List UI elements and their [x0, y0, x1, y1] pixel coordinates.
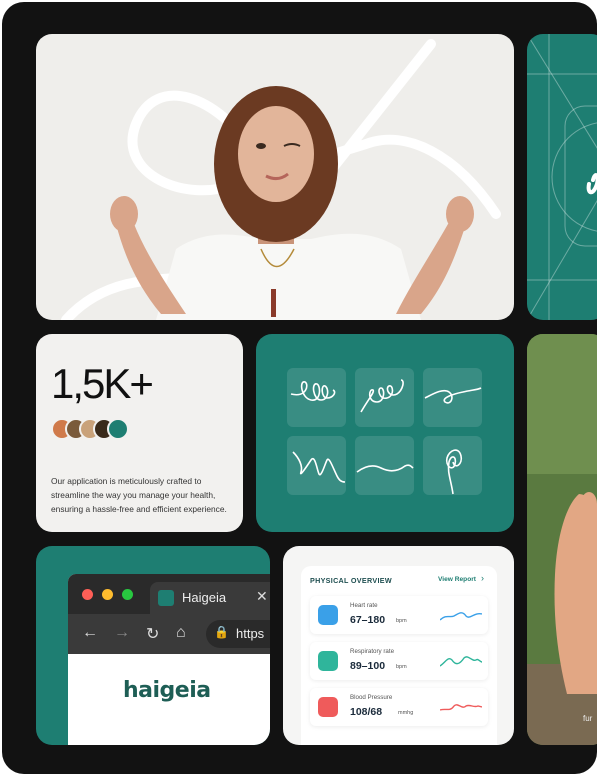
- pattern-tile: [355, 436, 414, 495]
- user-stats-card: 1,5K+ Our application is meticulously cr…: [36, 334, 243, 532]
- pattern-grid-card: [256, 334, 514, 532]
- avatar-group: [51, 418, 141, 440]
- maximize-window-icon[interactable]: [122, 589, 133, 600]
- overview-panel: PHYSICAL OVERVIEW View Report › Heart ra…: [301, 566, 497, 745]
- sparkline-chart: [440, 612, 482, 621]
- metric-label: Respiratory rate: [350, 648, 395, 655]
- pattern-tile: [423, 368, 482, 427]
- browser-tab[interactable]: Haigeia ✕: [150, 582, 270, 614]
- pattern-tile: [355, 368, 414, 427]
- lock-icon: 🔒: [214, 625, 229, 639]
- metric-value: 67–180: [350, 614, 386, 626]
- url-text: https: [236, 626, 265, 641]
- site-favicon-icon: [158, 590, 174, 606]
- tab-title: Haigeia: [182, 590, 227, 605]
- physical-overview-card: PHYSICAL OVERVIEW View Report › Heart ra…: [283, 546, 514, 745]
- user-count: 1,5K+: [51, 360, 154, 407]
- pattern-tile: [423, 436, 482, 495]
- photo-caption: fur: [583, 714, 593, 723]
- metric-value: 89–100: [350, 660, 386, 672]
- browser-preview-card: Haigeia ✕ ← → ↻ ⌂ 🔒 https haigeia: [36, 546, 270, 745]
- metric-unit: bpm: [396, 618, 407, 624]
- browser-titlebar: Haigeia ✕: [68, 574, 270, 614]
- back-arrow-icon[interactable]: ←: [82, 624, 98, 642]
- address-bar[interactable]: 🔒 https: [206, 620, 270, 648]
- grid-pattern-icon: [527, 34, 597, 320]
- loop-pattern-icon: [424, 387, 482, 404]
- pattern-tile: [287, 368, 346, 427]
- blood-drop-icon: [318, 697, 338, 717]
- close-window-icon[interactable]: [82, 589, 93, 600]
- loop-pattern-icon: [290, 381, 336, 401]
- browser-window: Haigeia ✕ ← → ↻ ⌂ 🔒 https haigeia: [68, 574, 270, 745]
- avatar: [107, 418, 129, 440]
- forward-arrow-icon[interactable]: →: [114, 624, 130, 642]
- site-logo: haigeia: [123, 678, 211, 703]
- minimize-window-icon[interactable]: [102, 589, 113, 600]
- lungs-icon: [318, 651, 338, 671]
- home-icon[interactable]: ⌂: [176, 624, 186, 642]
- loop-pattern-icon: [445, 449, 463, 495]
- metric-respiratory-rate[interactable]: Respiratory rate 89–100 bpm: [310, 642, 488, 680]
- close-tab-icon[interactable]: ✕: [256, 588, 268, 605]
- chevron-right-icon[interactable]: ›: [481, 573, 484, 583]
- wave-pattern-icon: [356, 464, 414, 473]
- brand-grid-tile: [527, 34, 597, 320]
- reload-icon[interactable]: ↻: [146, 624, 159, 644]
- sparkline-chart: [440, 704, 482, 711]
- pattern-tile: [287, 436, 346, 495]
- hero-photo-card: [36, 34, 514, 320]
- metric-unit: mmhg: [398, 710, 414, 716]
- overview-title: PHYSICAL OVERVIEW: [310, 576, 392, 585]
- hero-illustration: [61, 39, 501, 320]
- metric-label: Blood Pressure: [350, 694, 393, 701]
- heart-icon: [318, 605, 338, 625]
- showcase-frame: 1,5K+ Our application is meticulously cr…: [2, 2, 597, 774]
- metric-label: Heart rate: [350, 602, 378, 609]
- metric-value: 108/68: [350, 706, 383, 718]
- outdoor-photo-card: fur: [527, 334, 597, 745]
- metric-unit: bpm: [396, 664, 407, 670]
- view-report-link[interactable]: View Report: [438, 576, 476, 583]
- metric-blood-pressure[interactable]: Blood Pressure 108/68 mmhg: [310, 688, 488, 726]
- loop-pattern-icon: [360, 379, 404, 413]
- app-description: Our application is meticulously crafted …: [51, 476, 227, 514]
- outdoor-photo: [527, 334, 597, 745]
- browser-navbar: ← → ↻ ⌂ 🔒 https: [68, 614, 270, 654]
- sparkline-chart: [440, 656, 482, 667]
- loop-pattern-icon: [292, 451, 346, 483]
- metric-heart-rate[interactable]: Heart rate 67–180 bpm: [310, 596, 488, 634]
